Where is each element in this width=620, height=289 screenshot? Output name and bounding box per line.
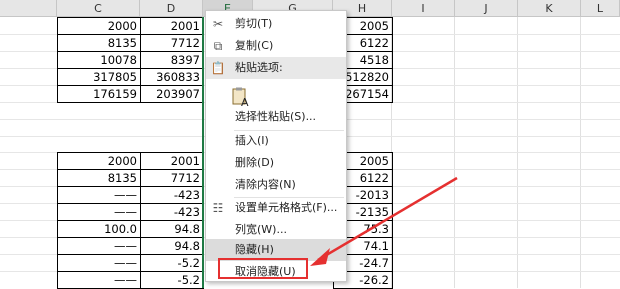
annotation-arrow — [310, 176, 458, 266]
